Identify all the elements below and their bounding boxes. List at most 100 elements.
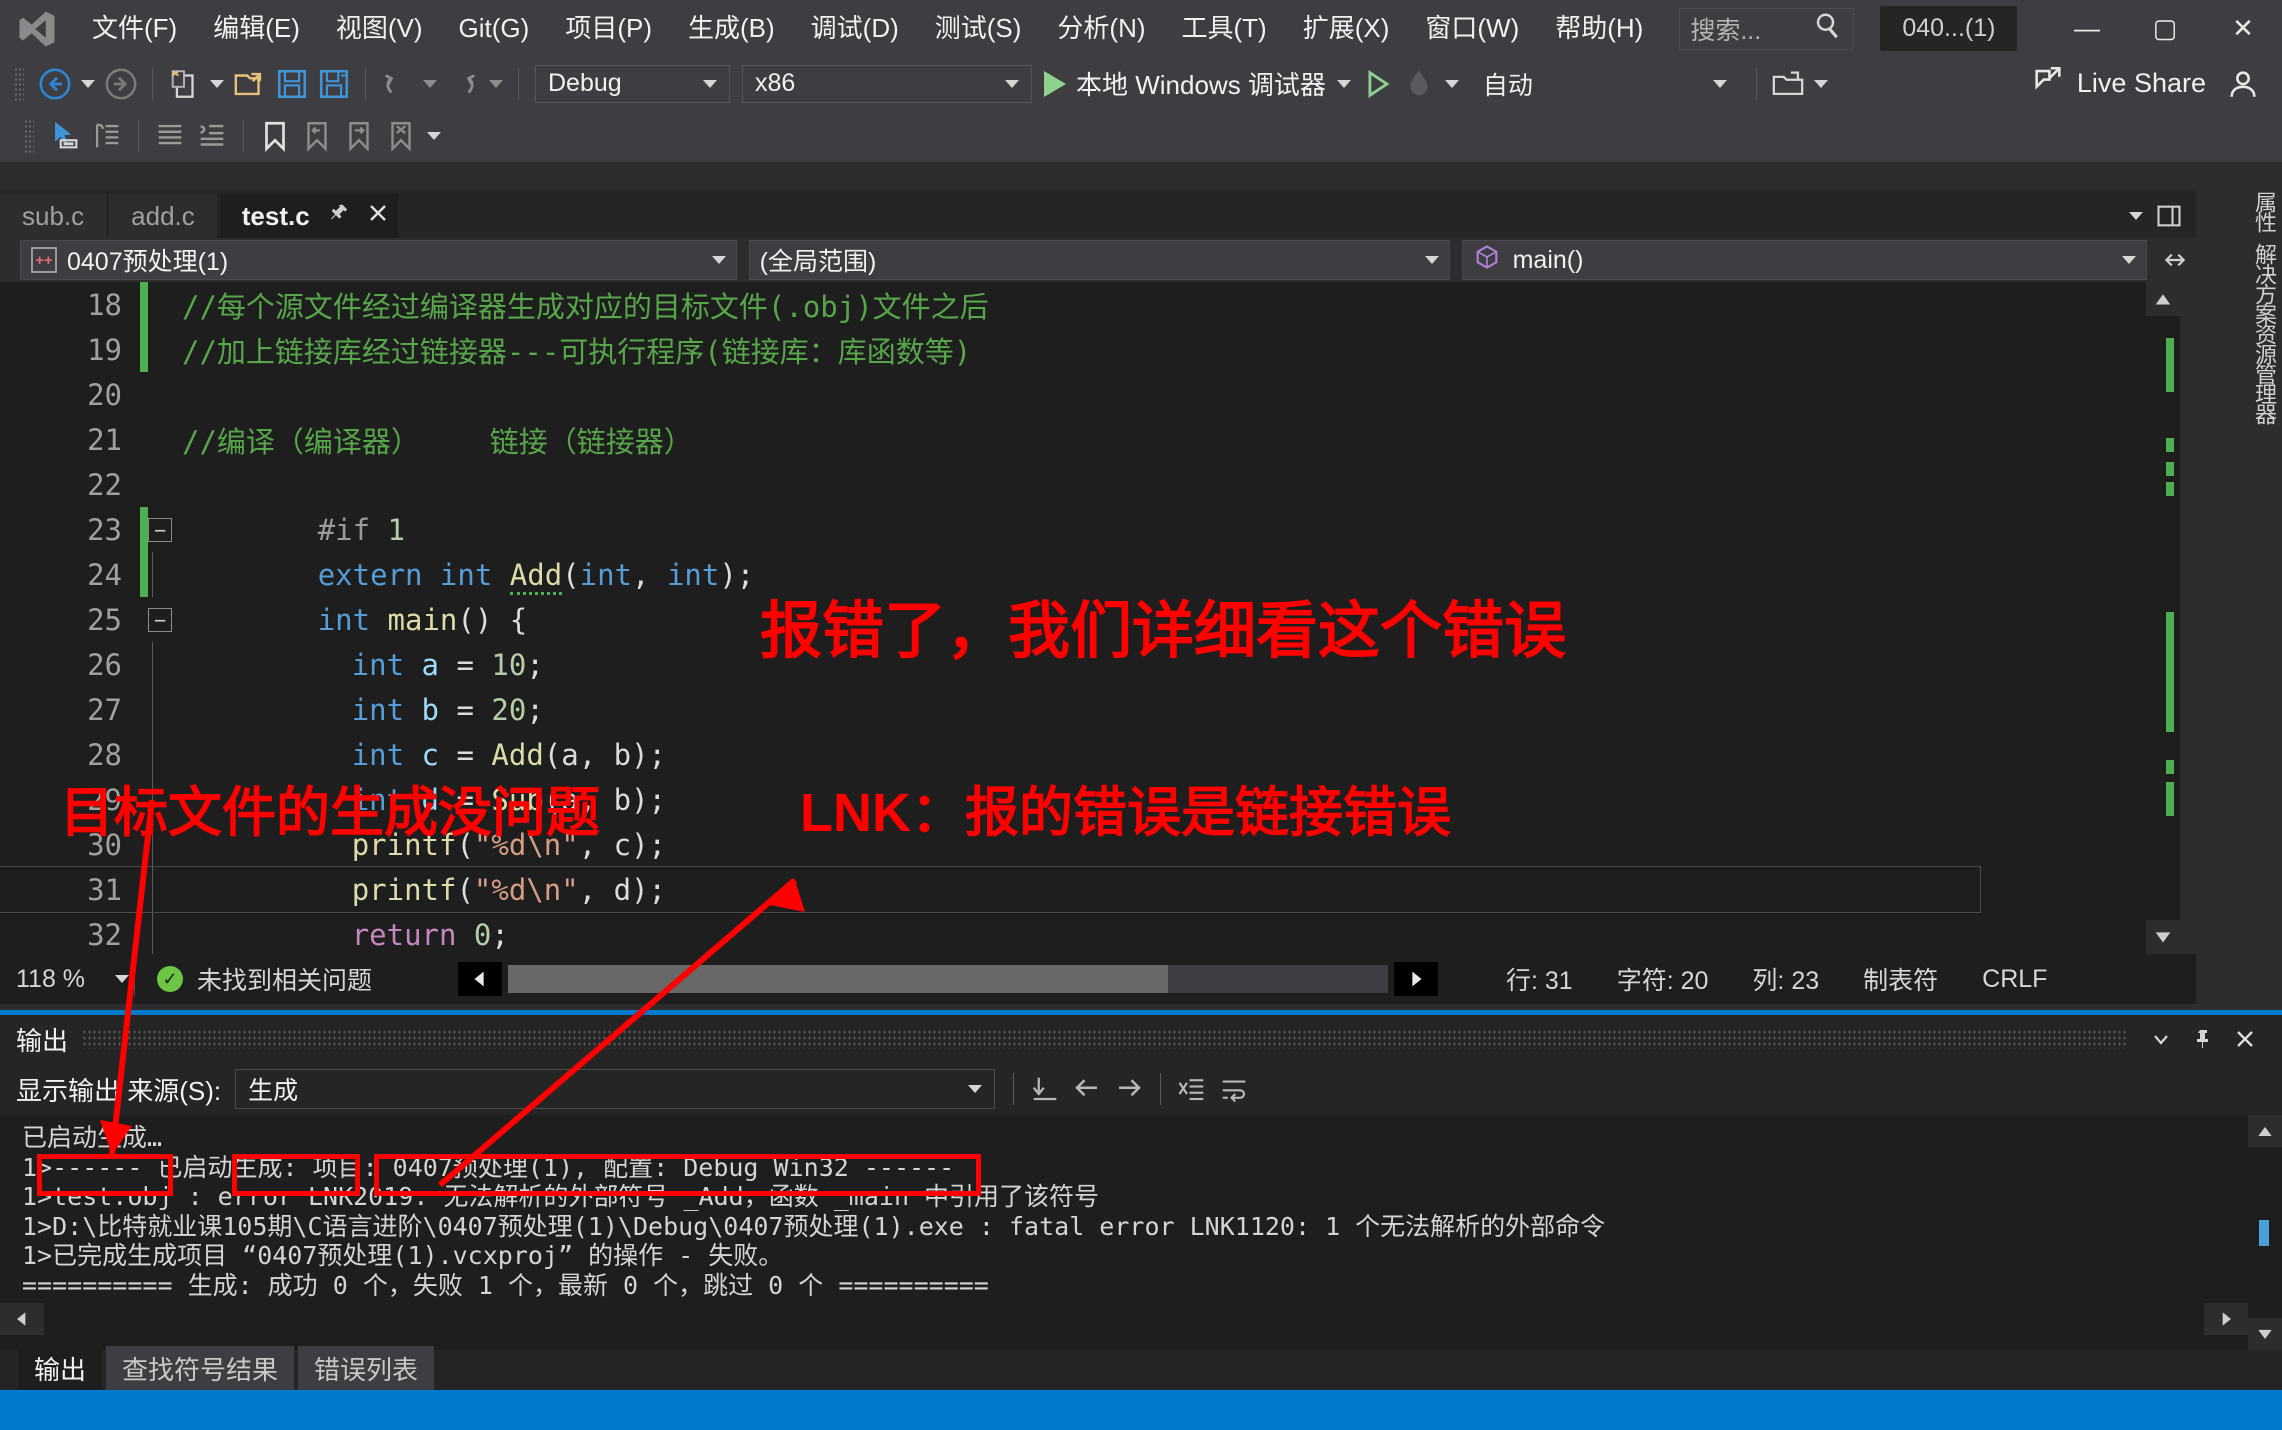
scrollbar-thumb[interactable] — [508, 965, 1169, 993]
minimize-button[interactable]: — — [2048, 0, 2126, 57]
output-horizontal-scrollbar[interactable] — [0, 1303, 2248, 1335]
comment-selection-icon[interactable] — [86, 115, 128, 157]
select-startup-item-icon[interactable] — [1767, 63, 1809, 105]
menu-item-extensions[interactable]: 扩展(X) — [1285, 0, 1408, 57]
panel-options-icon[interactable] — [2140, 1018, 2182, 1060]
output-source-dropdown[interactable]: 生成 — [235, 1069, 996, 1109]
menu-item-edit[interactable]: 编辑(E) — [195, 0, 318, 57]
scroll-up-icon[interactable] — [2146, 282, 2180, 316]
start-without-debugging-icon[interactable] — [1356, 63, 1398, 105]
toggle-word-wrap-icon[interactable] — [1213, 1068, 1255, 1110]
document-name-chip[interactable]: 040...(1) — [1880, 6, 2018, 51]
member-dropdown[interactable]: main() — [1461, 240, 2147, 280]
start-debugging-dropdown[interactable] — [1332, 63, 1356, 105]
editor-vertical-scrollbar[interactable] — [2146, 282, 2180, 954]
live-share-button[interactable]: Live Share — [2031, 64, 2222, 103]
toolbar-grip[interactable] — [14, 66, 24, 101]
maximize-button[interactable]: ▢ — [2126, 0, 2204, 57]
hscroll-right-icon[interactable] — [1394, 962, 1439, 996]
toggle-bookmark-icon[interactable] — [254, 115, 296, 157]
menu-item-git[interactable]: Git(G) — [441, 0, 548, 57]
decrease-indent-icon[interactable] — [149, 115, 191, 157]
zoom-dropdown-caret[interactable] — [110, 958, 134, 1000]
line-number: 26 — [87, 647, 122, 682]
tab-sub-c[interactable]: sub.c — [0, 194, 107, 238]
menu-item-window[interactable]: 窗口(W) — [1407, 0, 1537, 57]
select-pointer-icon[interactable] — [44, 115, 86, 157]
close-panel-icon[interactable] — [2224, 1018, 2266, 1060]
status-line-ending[interactable]: CRLF — [1960, 965, 2069, 994]
collapse-region-icon[interactable]: − — [148, 517, 172, 542]
text-toolbar-overflow[interactable] — [422, 115, 446, 157]
go-to-message-icon[interactable] — [1024, 1068, 1066, 1110]
clear-output-icon[interactable] — [1171, 1068, 1213, 1110]
panel-drag-handle[interactable] — [82, 1029, 2126, 1049]
menu-item-test[interactable]: 测试(S) — [917, 0, 1040, 57]
navigate-forward-icon[interactable] — [100, 63, 142, 105]
redo-icon[interactable] — [442, 63, 484, 105]
menu-item-project[interactable]: 项目(P) — [547, 0, 670, 57]
output-scroll-up-icon[interactable] — [2248, 1115, 2282, 1147]
menu-item-build[interactable]: 生成(B) — [670, 0, 793, 57]
navbar-expand-icon[interactable] — [2155, 239, 2196, 281]
clear-bookmarks-icon[interactable] — [380, 115, 422, 157]
toolbar-overflow[interactable] — [1809, 63, 1833, 105]
search-input[interactable]: 搜索... — [1679, 7, 1855, 50]
hscroll-left-icon[interactable] — [458, 962, 503, 996]
hot-reload-dropdown[interactable] — [1440, 63, 1464, 105]
solution-explorer-tab[interactable]: 解决方案资源管理器 — [2244, 237, 2282, 429]
tab-test-c[interactable]: test.c — [219, 194, 398, 238]
hot-reload-icon[interactable] — [1398, 63, 1440, 105]
auto-dropdown[interactable]: 自动 — [1469, 64, 1740, 103]
account-manager-icon[interactable] — [2222, 63, 2264, 105]
menu-item-debug[interactable]: 调试(D) — [793, 0, 917, 57]
pin-panel-icon[interactable] — [2182, 1018, 2224, 1060]
properties-tab[interactable]: 属性 — [2244, 185, 2282, 237]
solution-platform-dropdown[interactable]: x86 — [742, 64, 1032, 103]
open-file-icon[interactable] — [229, 63, 271, 105]
output-scroll-right-icon[interactable] — [2204, 1303, 2248, 1335]
pin-tab-icon[interactable] — [326, 201, 350, 232]
menu-item-tools[interactable]: 工具(T) — [1164, 0, 1285, 57]
output-tab-output[interactable]: 输出 — [18, 1346, 103, 1390]
redo-dropdown[interactable] — [484, 63, 508, 105]
output-scroll-left-icon[interactable] — [0, 1303, 44, 1335]
close-tab-icon[interactable] — [366, 201, 390, 232]
editor-horizontal-scrollbar[interactable] — [508, 965, 1389, 993]
output-vertical-scrollbar[interactable] — [2248, 1115, 2282, 1350]
save-file-icon[interactable] — [271, 63, 313, 105]
output-tab-find-symbol-results[interactable]: 查找符号结果 — [106, 1346, 295, 1390]
text-toolbar-grip[interactable] — [24, 119, 34, 153]
undo-dropdown[interactable] — [418, 63, 442, 105]
next-bookmark-icon[interactable] — [338, 115, 380, 157]
save-all-icon[interactable] — [313, 63, 355, 105]
menu-item-analyze[interactable]: 分析(N) — [1039, 0, 1163, 57]
menu-item-view[interactable]: 视图(V) — [318, 0, 441, 57]
right-dock-strip: 属性 解决方案资源管理器 — [2244, 185, 2282, 485]
status-tabs-mode[interactable]: 制表符 — [1841, 961, 1960, 997]
previous-bookmark-icon[interactable] — [296, 115, 338, 157]
increase-indent-icon[interactable] — [191, 115, 233, 157]
navigate-back-icon[interactable] — [34, 63, 76, 105]
previous-message-icon[interactable] — [1066, 1068, 1108, 1110]
scroll-down-icon[interactable] — [2146, 920, 2180, 954]
collapse-region-icon[interactable]: − — [148, 607, 172, 632]
next-message-icon[interactable] — [1108, 1068, 1150, 1110]
new-project-dropdown[interactable] — [205, 63, 229, 105]
new-project-icon[interactable] — [163, 63, 205, 105]
menu-item-help[interactable]: 帮助(H) — [1537, 0, 1661, 57]
undo-icon[interactable] — [376, 63, 418, 105]
solution-configuration-dropdown[interactable]: Debug — [535, 64, 730, 103]
menu-item-file[interactable]: 文件(F) — [74, 0, 195, 57]
scope-dropdown[interactable]: (全局范围) — [748, 240, 1450, 280]
tab-add-c[interactable]: add.c — [109, 194, 217, 238]
project-context-dropdown[interactable]: ++ 0407预处理(1) — [20, 240, 737, 280]
toggle-tool-window-icon[interactable] — [2148, 195, 2190, 237]
output-scroll-down-icon[interactable] — [2248, 1318, 2282, 1350]
start-debugging-button[interactable]: 本地 Windows 调试器 — [1038, 63, 1332, 105]
navigate-back-dropdown[interactable] — [76, 63, 100, 105]
zoom-level-dropdown[interactable]: 118 % — [0, 965, 110, 994]
output-tab-error-list[interactable]: 错误列表 — [298, 1346, 435, 1390]
close-button[interactable]: ✕ — [2204, 0, 2282, 57]
active-files-dropdown[interactable] — [2124, 195, 2148, 237]
